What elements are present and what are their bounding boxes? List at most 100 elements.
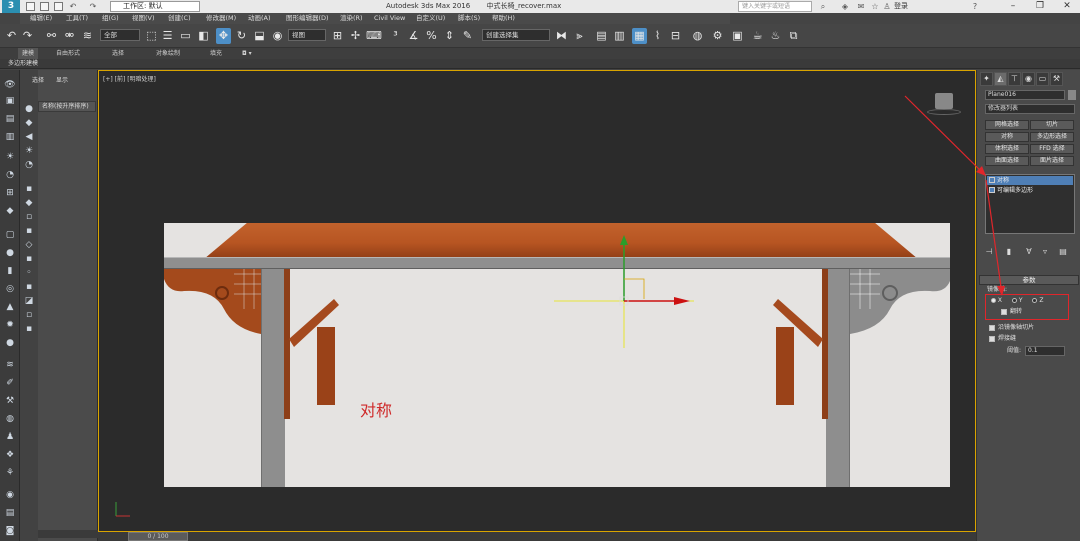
configure-sets-icon[interactable]: ▤ [1057,246,1069,258]
reference-coordinate-dropdown[interactable]: 视图 [288,29,326,41]
object-name-field[interactable]: Plane016 [985,90,1065,100]
sphere-icon[interactable]: ● [4,248,16,258]
menu-views[interactable]: 视图(V) [132,13,155,24]
undo-icon[interactable]: ↶ [4,28,19,44]
placement-icon[interactable]: ◉ [270,28,285,44]
slice-button[interactable]: 切片 [1030,120,1074,130]
percent-snap-icon[interactable]: % [424,28,439,44]
slice-checkbox[interactable] [989,324,995,331]
select-icon[interactable]: ▣ [4,96,16,106]
close-button[interactable]: ✕ [1054,0,1080,13]
workspace-dropdown[interactable]: 工作区: 默认 [110,1,200,12]
name-column-header[interactable]: 名称(按升序排序) [38,101,96,112]
bind-spacewarp-icon[interactable]: ≋ [80,28,95,44]
camera-icon[interactable]: ◔ [4,170,16,180]
select-rotate-icon[interactable]: ↻ [234,28,249,44]
menu-rendering[interactable]: 渲染(R) [340,13,363,24]
settings-icon[interactable]: ◙ [4,526,16,536]
menu-modifiers[interactable]: 修改器(M) [206,13,236,24]
curve-editor-icon[interactable]: ⌇ [650,28,665,44]
brush-icon[interactable]: ✐ [4,378,16,388]
filter-geometry-icon[interactable]: ◆ [23,118,35,128]
filter-spacewarps-icon[interactable]: ◆ [23,198,35,208]
filter-helpers-icon[interactable]: ▪ [23,184,35,194]
redo-icon[interactable]: ↷ [20,28,35,44]
polygon-modeling-label[interactable]: 多边形建模 [8,59,38,69]
selection-filter-dropdown[interactable]: 全部 [100,29,140,41]
help-icon[interactable]: ? [970,1,980,12]
asset-icon[interactable]: ▤ [4,508,16,518]
filter-groups-icon[interactable]: ▫ [23,212,35,222]
vol-select-button[interactable]: 体积选择 [985,144,1029,154]
pin-stack-icon[interactable]: ⊣ [983,246,995,258]
undo-icon[interactable]: ↶ [68,1,78,12]
teapot-icon[interactable]: ● [4,338,16,348]
cloth-icon[interactable]: ❖ [4,450,16,460]
link-icon[interactable]: ⚯ [44,28,59,44]
helper-icon[interactable]: ⊞ [4,188,16,198]
time-slider-thumb[interactable]: 0 / 100 [128,532,188,541]
favorites-icon[interactable]: ☆ [870,1,880,12]
minimize-button[interactable]: – [1000,0,1026,13]
edit-named-selection-icon[interactable]: ✎ [460,28,475,44]
user-icon[interactable]: ♙ [882,1,892,12]
hair-icon[interactable]: ⚘ [4,468,16,478]
menu-group[interactable]: 组(G) [102,13,119,24]
render-online-icon[interactable]: ⧉ [786,28,801,44]
hierarchy-tab-icon[interactable]: ⊤ [1008,72,1021,86]
mirror-icon[interactable]: ⧓ [554,28,569,44]
rect-selection-icon[interactable]: ▭ [178,28,193,44]
mesh-select-button[interactable]: 网格选择 [985,120,1029,130]
patch-select-button[interactable]: 面片选择 [1030,156,1074,166]
filter-hidden-icon[interactable]: ▪ [23,282,35,292]
filter-xrefs-icon[interactable]: ▪ [23,226,35,236]
pivot-center-icon[interactable]: ⊞ [330,28,345,44]
weld-seam-option[interactable]: 焊接缝 [989,334,1016,343]
ribbon-tab-object-paint[interactable]: 对象绘制 [156,48,180,59]
communication-icon[interactable]: ✉ [856,1,866,12]
time-slider[interactable]: 0 / 100 [98,532,976,541]
spring-icon[interactable]: ≋ [4,360,16,370]
ribbon-options-icon[interactable]: ◘ ▾ [242,48,252,59]
filter-all-icon[interactable]: ● [23,104,35,114]
menu-animation[interactable]: 动画(A) [248,13,271,24]
rendered-frame-icon[interactable]: ▣ [730,28,745,44]
search-input[interactable]: 键入关键字或短语 [738,1,812,12]
menu-civil-view[interactable]: Civil View [374,13,405,24]
geometry-icon[interactable]: ◆ [4,206,16,216]
poly-select-button[interactable]: 多边形选择 [1030,132,1074,142]
render-iterative-icon[interactable]: ♨ [768,28,783,44]
maximize-button[interactable]: ❐ [1027,0,1053,13]
select-move-icon[interactable]: ✥ [216,28,231,44]
ribbon-tab-freeform[interactable]: 自由形式 [56,48,80,59]
eye-icon[interactable]: 👁 [4,80,16,90]
symmetry-button[interactable]: 对称 [985,132,1029,142]
layer-manager-icon[interactable]: ▥ [612,28,627,44]
surface-select-button[interactable]: 曲面选择 [985,156,1029,166]
save-file-icon[interactable] [54,2,63,11]
material-editor-icon[interactable]: ◍ [690,28,705,44]
viewcube-compass[interactable] [927,109,961,115]
motion-tab-icon[interactable]: ◉ [1022,72,1035,86]
filter-none-icon[interactable]: ▫ [23,310,35,320]
cone-icon[interactable]: ▲ [4,302,16,312]
keyboard-shortcut-icon[interactable]: ⌨ [366,28,382,44]
menu-edit[interactable]: 编辑(E) [30,13,52,24]
figure-icon[interactable]: ♟ [4,432,16,442]
viewport-label[interactable]: [+] [前] [明暗处理] [103,74,156,83]
menu-customize[interactable]: 自定义(U) [416,13,445,24]
wrench-icon[interactable]: ⚒ [4,396,16,406]
ribbon-tab-modeling[interactable]: 建模 [18,48,39,59]
modifier-list-dropdown[interactable]: 修改器列表 [985,104,1075,114]
slice-along-mirror-option[interactable]: 沿镜像轴切片 [989,323,1034,332]
ffd-select-button[interactable]: FFD 选择 [1030,144,1074,154]
remove-modifier-icon[interactable]: ▿ [1039,246,1051,258]
filter-cameras-icon[interactable]: ◔ [23,160,35,170]
filter-lights-icon[interactable]: ☀ [23,146,35,156]
modify-tab-icon[interactable]: ◭ [994,72,1007,86]
render-production-icon[interactable]: ☕ [750,28,765,44]
angle-snap-icon[interactable]: ∡ [406,28,421,44]
filter-bones-icon[interactable]: ◇ [23,240,35,250]
lightbulb-icon[interactable] [989,177,995,183]
weld-checkbox[interactable] [989,335,995,342]
